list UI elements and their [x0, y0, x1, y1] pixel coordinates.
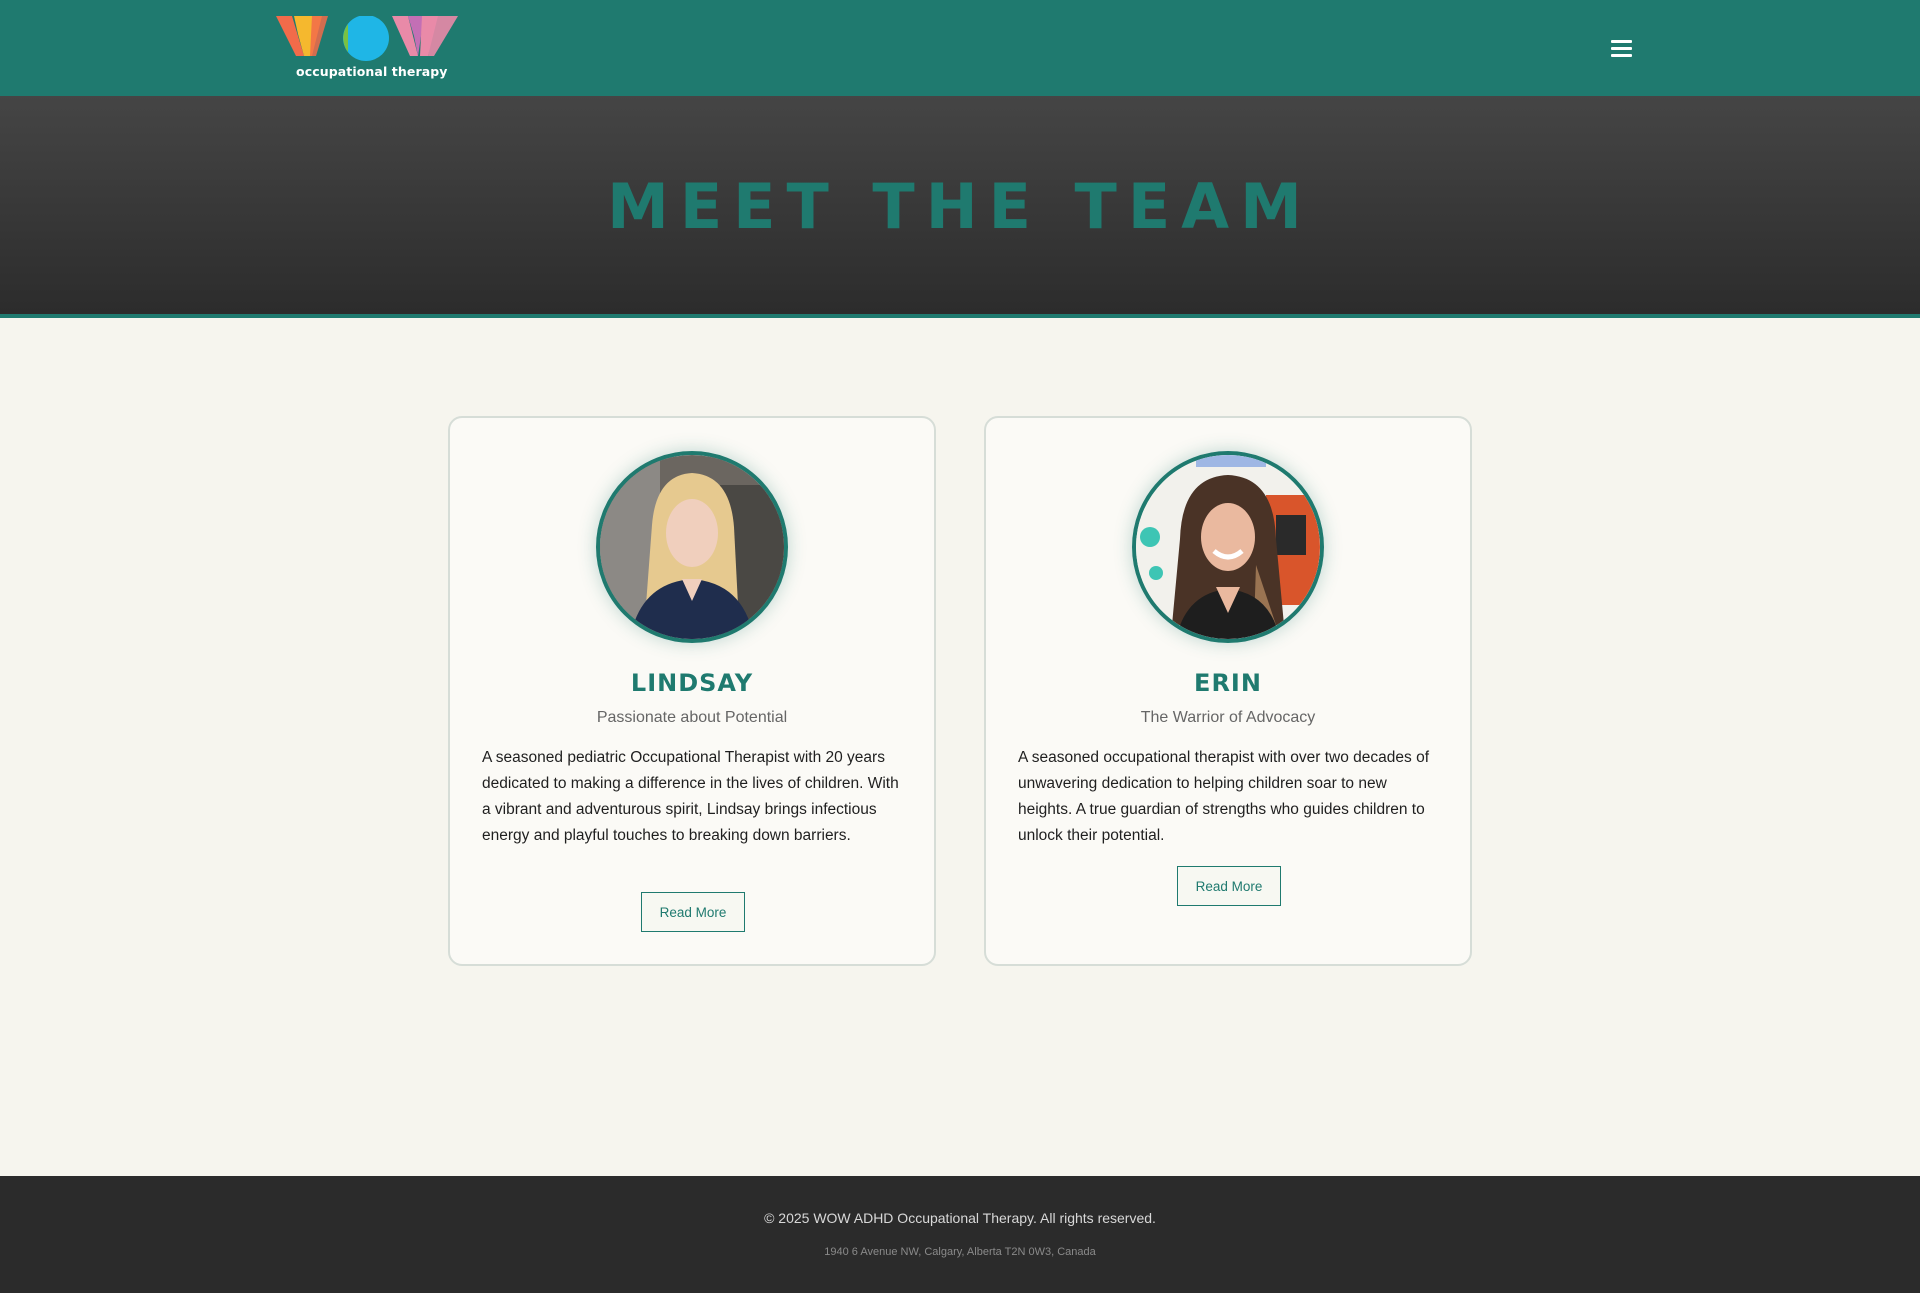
copyright-text: © 2025 WOW ADHD Occupational Therapy. Al…: [764, 1210, 1156, 1226]
hero-banner: MEET THE TEAM: [0, 96, 1920, 318]
member-name: ERIN: [1194, 669, 1262, 697]
site-header: occupational therapy: [0, 0, 1920, 96]
portrait-image: [1136, 455, 1320, 639]
team-card-erin: ERIN The Warrior of Advocacy A seasoned …: [984, 416, 1472, 966]
brand-logo[interactable]: occupational therapy: [276, 16, 458, 82]
member-tagline: Passionate about Potential: [596, 709, 788, 726]
wow-logo-mark: [276, 16, 458, 61]
avatar-lindsay: [596, 451, 788, 643]
read-more-button-lindsay[interactable]: Read More: [641, 892, 745, 932]
member-name: LINDSAY: [630, 669, 754, 697]
hamburger-menu-icon: [1611, 40, 1632, 43]
hamburger-menu-icon-bar: [1611, 54, 1632, 57]
read-more-button-erin[interactable]: Read More: [1177, 866, 1281, 906]
team-card-lindsay: LINDSAY Passionate about Potential A sea…: [448, 416, 936, 966]
logo-subtitle: occupational therapy: [296, 64, 448, 79]
hamburger-menu-icon-bar: [1611, 47, 1632, 50]
portrait-image: [600, 455, 784, 639]
member-tagline: The Warrior of Advocacy: [1140, 709, 1316, 726]
page-title: MEET THE TEAM: [607, 170, 1313, 243]
site-footer: © 2025 WOW ADHD Occupational Therapy. Al…: [0, 1176, 1920, 1293]
member-bio: A seasoned occupational therapist with o…: [1018, 749, 1430, 844]
member-bio: A seasoned pediatric Occupational Therap…: [482, 749, 899, 844]
hamburger-menu-button[interactable]: [1602, 34, 1642, 62]
avatar-erin: [1132, 451, 1324, 643]
footer-address: 1940 6 Avenue NW, Calgary, Alberta T2N 0…: [824, 1246, 1096, 1258]
